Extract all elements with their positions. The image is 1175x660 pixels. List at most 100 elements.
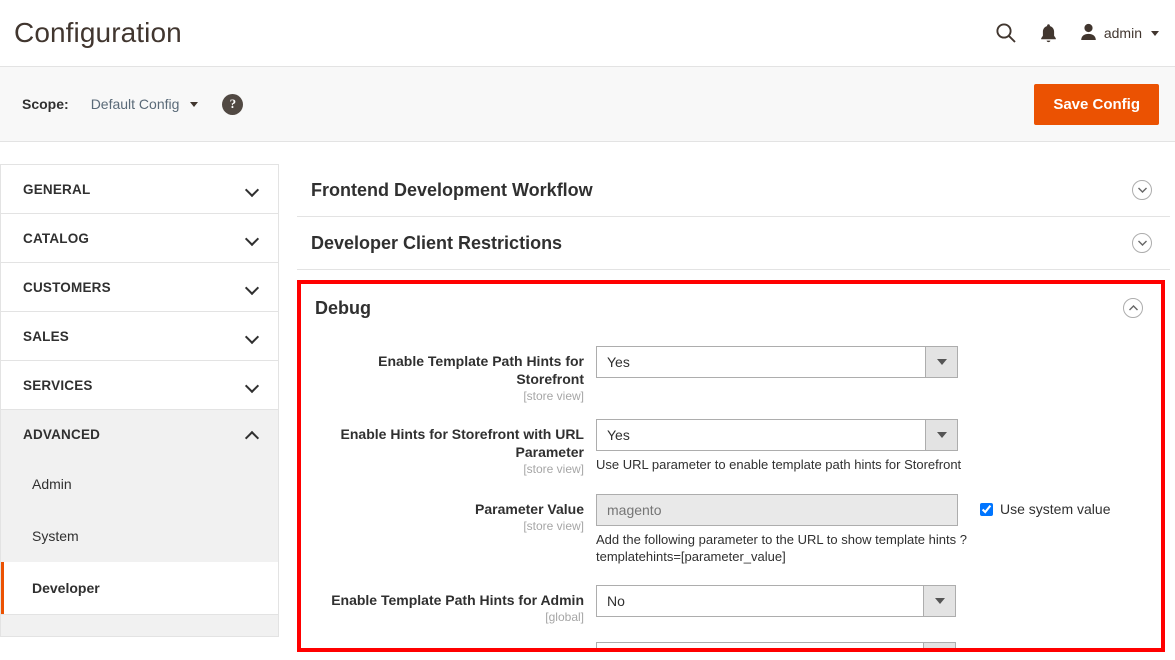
sidebar-section-catalog-header[interactable]: CATALOG (1, 214, 278, 262)
field-label: Enable Template Path Hints for Storefron… (315, 346, 596, 403)
sidebar-item-admin[interactable]: Admin (1, 458, 278, 510)
sidebar-section-advanced[interactable]: ADVANCED Admin System Developer (0, 410, 279, 615)
header-actions: admin (995, 0, 1159, 66)
field-label-text: Enable Template Path Hints for Storefron… (378, 353, 584, 387)
user-menu[interactable]: admin (1080, 23, 1159, 44)
scope-switcher[interactable]: Default Config (91, 96, 199, 112)
field-scope-tag: [store view] (523, 462, 584, 476)
debug-section-highlight: Debug Enable Template Path Hints for Sto… (297, 280, 1165, 652)
sidebar-footer-strip (0, 615, 279, 637)
debug-section-header[interactable]: Debug (315, 284, 1147, 332)
chevron-down-icon (190, 101, 199, 107)
chevron-down-icon (923, 586, 955, 616)
sidebar-item-label: System (32, 528, 79, 544)
chevron-up-icon[interactable] (1123, 298, 1143, 318)
chevron-down-icon (247, 331, 258, 342)
chevron-up-icon (247, 429, 258, 440)
select-value: Yes (607, 354, 630, 370)
select-wrapper[interactable]: Yes (596, 419, 958, 451)
page-title: Configuration (14, 17, 182, 48)
select-value: Yes (607, 427, 630, 443)
user-name: admin (1103, 25, 1142, 41)
help-icon[interactable]: ? (222, 93, 244, 115)
sidebar-section-catalog[interactable]: CATALOG (0, 214, 279, 263)
field-enable-hints-storefront-url-parameter: Enable Hints for Storefront with URL Par… (315, 419, 1147, 476)
chevron-down-icon (923, 643, 955, 648)
sidebar-section-services-header[interactable]: SERVICES (1, 361, 278, 409)
section-frontend-development-workflow-header[interactable]: Frontend Development Workflow (297, 164, 1170, 216)
chevron-down-icon (1151, 30, 1159, 36)
scope-bar: Scope: Default Config ? Save Config (0, 66, 1175, 142)
sidebar-section-customers[interactable]: CUSTOMERS (0, 263, 279, 312)
field-note: Use URL parameter to enable template pat… (596, 457, 962, 472)
field-control: Use system value Add the following param… (596, 494, 1147, 565)
field-note: Add the following parameter to the URL t… (596, 532, 967, 564)
select-value: No (607, 593, 625, 609)
chevron-down-icon (247, 184, 258, 195)
field-enable-template-path-hints-admin: Enable Template Path Hints for Admin [gl… (315, 585, 1147, 624)
page-body: GENERAL CATALOG CUSTOMERS SALES SERVICES… (0, 142, 1175, 652)
sidebar-advanced-items: Admin System Developer (1, 458, 278, 614)
sidebar-item-label: Developer (32, 580, 100, 596)
use-system-value-label: Use system value (1000, 501, 1111, 517)
field-scope-tag: [global] (545, 610, 584, 624)
field-scope-tag: [store view] (523, 389, 584, 403)
debug-section: Debug Enable Template Path Hints for Sto… (301, 284, 1161, 652)
parameter-value-row: Use system value (596, 494, 1147, 526)
field-label: Enable Hints for Storefront with URL Par… (315, 419, 596, 476)
sidebar-section-customers-header[interactable]: CUSTOMERS (1, 263, 278, 311)
sidebar-section-label: CUSTOMERS (23, 279, 111, 295)
field-add-block-class-type-to-hints: Add Block Class Type to Hints [store vie… (315, 642, 1147, 652)
field-control: No (596, 642, 1147, 652)
use-system-value-toggle[interactable]: Use system value (980, 494, 1110, 517)
sidebar-section-label: GENERAL (23, 181, 91, 197)
field-control: No (596, 585, 1147, 624)
select-enable-hints-storefront-url-parameter[interactable]: Yes (596, 419, 958, 451)
select-enable-template-path-hints-storefront[interactable]: Yes (596, 346, 958, 378)
field-label-text: Parameter Value (475, 501, 584, 517)
sidebar-section-sales-header[interactable]: SALES (1, 312, 278, 360)
config-content: Frontend Development Workflow Developer … (279, 164, 1175, 652)
sidebar-section-services[interactable]: SERVICES (0, 361, 279, 410)
user-avatar-icon (1080, 23, 1097, 44)
bell-icon[interactable] (1039, 23, 1058, 44)
chevron-down-icon (247, 380, 258, 391)
scope-switcher-value: Default Config (90, 96, 180, 112)
section-title: Frontend Development Workflow (311, 179, 593, 200)
config-sidebar: GENERAL CATALOG CUSTOMERS SALES SERVICES… (0, 164, 279, 652)
sidebar-item-developer[interactable]: Developer (1, 562, 278, 614)
field-label-text: Enable Hints for Storefront with URL Par… (340, 426, 584, 460)
chevron-down-icon (925, 347, 957, 377)
field-control: Yes (596, 346, 1147, 403)
sidebar-section-advanced-header[interactable]: ADVANCED (1, 410, 278, 458)
select-wrapper[interactable]: No (596, 642, 956, 652)
section-title: Debug (315, 297, 371, 318)
select-value: No (597, 650, 923, 652)
field-label-text: Add Block Class Type to Hints (315, 648, 584, 652)
sidebar-item-system[interactable]: System (1, 510, 278, 562)
search-icon[interactable] (995, 22, 1017, 44)
sidebar-section-general[interactable]: GENERAL (0, 164, 279, 214)
field-enable-template-path-hints-storefront: Enable Template Path Hints for Storefron… (315, 346, 1147, 403)
field-parameter-value: Parameter Value [store view] Use system … (315, 494, 1147, 565)
sidebar-item-label: Admin (32, 476, 72, 492)
chevron-down-icon[interactable] (1132, 180, 1152, 200)
chevron-down-icon (247, 282, 258, 293)
page-header: Configuration admin (0, 0, 1175, 66)
field-label: Add Block Class Type to Hints [store vie… (315, 642, 596, 652)
field-label: Enable Template Path Hints for Admin [gl… (315, 585, 596, 624)
select-enable-template-path-hints-admin[interactable]: No (596, 585, 956, 617)
use-system-value-checkbox[interactable] (980, 502, 993, 516)
field-label-text: Enable Template Path Hints for Admin (331, 592, 584, 608)
sidebar-section-sales[interactable]: SALES (0, 312, 279, 361)
save-config-button[interactable]: Save Config (1034, 83, 1159, 125)
select-wrapper[interactable]: No (596, 585, 956, 617)
sidebar-section-general-header[interactable]: GENERAL (1, 165, 278, 213)
select-add-block-class-type-to-hints[interactable]: No (596, 642, 956, 652)
chevron-down-icon[interactable] (1132, 233, 1152, 253)
parameter-value-input[interactable] (596, 494, 958, 526)
section-developer-client-restrictions[interactable]: Developer Client Restrictions (297, 217, 1170, 270)
section-frontend-development-workflow[interactable]: Frontend Development Workflow (297, 164, 1170, 217)
section-developer-client-restrictions-header[interactable]: Developer Client Restrictions (297, 217, 1170, 269)
select-wrapper[interactable]: Yes (596, 346, 958, 378)
